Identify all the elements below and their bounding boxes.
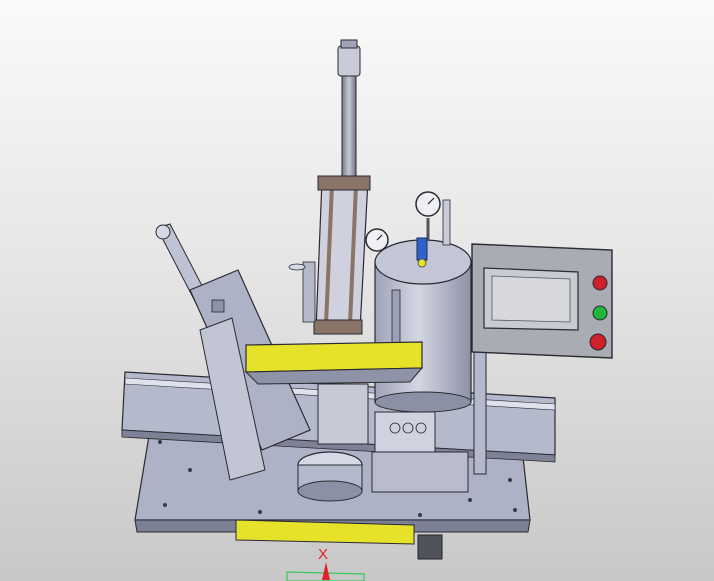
axis-triad[interactable] <box>286 562 365 581</box>
bottom-yellow-plate <box>235 519 443 560</box>
blue-valve <box>416 237 428 268</box>
control-panel-icon <box>471 243 613 359</box>
yellow-clamp-plate <box>244 341 424 385</box>
cad-viewport[interactable]: X <box>0 0 714 581</box>
pneumatic-cylinder <box>288 39 371 335</box>
x-axis-label: X <box>318 546 329 563</box>
machine-assembly-model[interactable] <box>0 0 714 581</box>
panel-support-post <box>473 351 487 475</box>
emergency-stop-icon[interactable] <box>589 333 607 351</box>
